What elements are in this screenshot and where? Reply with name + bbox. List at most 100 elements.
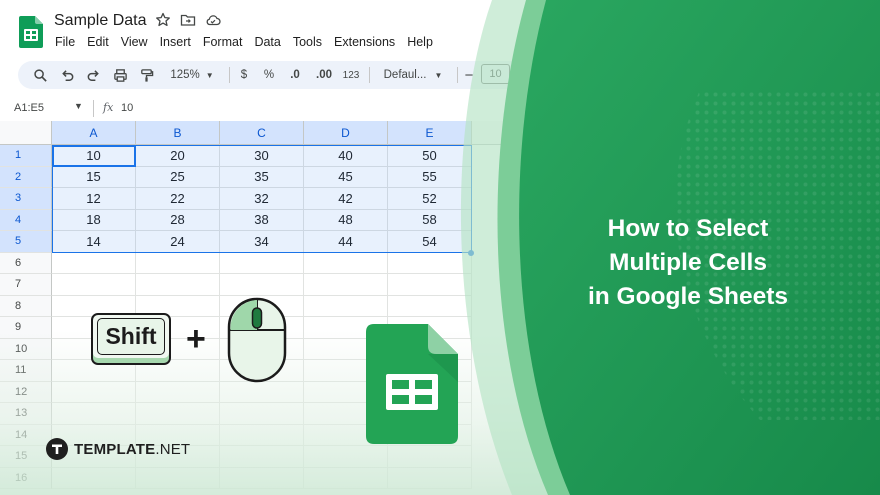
menu-insert[interactable]: Insert bbox=[160, 35, 191, 49]
column-header-d[interactable]: D bbox=[304, 121, 388, 145]
increase-decimal-button[interactable]: .00 bbox=[312, 61, 336, 89]
cell-b3[interactable]: 22 bbox=[136, 188, 220, 210]
row-header-16[interactable]: 16 bbox=[0, 467, 52, 489]
cell-e8[interactable] bbox=[388, 295, 472, 317]
cell-e1[interactable]: 50 bbox=[388, 145, 472, 167]
select-all-corner[interactable] bbox=[0, 121, 52, 145]
cell-a2[interactable]: 15 bbox=[52, 166, 136, 188]
decrease-font-size-button[interactable]: − bbox=[462, 61, 476, 89]
cell-c7[interactable] bbox=[220, 274, 304, 296]
format-currency-button[interactable]: $ bbox=[237, 61, 251, 89]
cell-b7[interactable] bbox=[136, 274, 220, 296]
cell-e15[interactable] bbox=[388, 446, 472, 468]
cell-c6[interactable] bbox=[220, 252, 304, 274]
column-header-c[interactable]: C bbox=[220, 121, 304, 145]
cell-b4[interactable]: 28 bbox=[136, 209, 220, 231]
font-size-input[interactable]: 10 bbox=[481, 64, 510, 84]
star-icon[interactable] bbox=[155, 12, 171, 28]
name-box[interactable]: A1:E5 bbox=[14, 102, 44, 114]
cell-b2[interactable]: 25 bbox=[136, 166, 220, 188]
cell-c2[interactable]: 35 bbox=[220, 166, 304, 188]
row-header-12[interactable]: 12 bbox=[0, 381, 52, 403]
row-header-2[interactable]: 2 bbox=[0, 166, 52, 188]
font-family-select[interactable]: Defaul... ▼ bbox=[378, 61, 448, 89]
menu-help[interactable]: Help bbox=[407, 35, 433, 49]
row-header-6[interactable]: 6 bbox=[0, 252, 52, 274]
row-header-5[interactable]: 5 bbox=[0, 231, 52, 253]
row-header-10[interactable]: 10 bbox=[0, 338, 52, 360]
document-title[interactable]: Sample Data bbox=[54, 12, 147, 30]
cell-d1[interactable]: 40 bbox=[304, 145, 388, 167]
cell-d15[interactable] bbox=[304, 446, 388, 468]
cell-c14[interactable] bbox=[220, 424, 304, 446]
menu-format[interactable]: Format bbox=[203, 35, 243, 49]
cell-a4[interactable]: 18 bbox=[52, 209, 136, 231]
cell-b13[interactable] bbox=[136, 403, 220, 425]
cell-e7[interactable] bbox=[388, 274, 472, 296]
cell-c5[interactable]: 34 bbox=[220, 231, 304, 253]
cell-c16[interactable] bbox=[220, 467, 304, 489]
cell-d16[interactable] bbox=[304, 467, 388, 489]
cell-e16[interactable] bbox=[388, 467, 472, 489]
cell-b5[interactable]: 24 bbox=[136, 231, 220, 253]
cell-d5[interactable]: 44 bbox=[304, 231, 388, 253]
cell-b6[interactable] bbox=[136, 252, 220, 274]
row-header-9[interactable]: 9 bbox=[0, 317, 52, 339]
row-header-13[interactable]: 13 bbox=[0, 403, 52, 425]
column-header-e[interactable]: E bbox=[388, 121, 472, 145]
cloud-saved-icon[interactable] bbox=[205, 12, 221, 28]
cell-d2[interactable]: 45 bbox=[304, 166, 388, 188]
menu-data[interactable]: Data bbox=[254, 35, 280, 49]
menu-view[interactable]: View bbox=[121, 35, 148, 49]
undo-button[interactable] bbox=[58, 61, 76, 89]
cell-a3[interactable]: 12 bbox=[52, 188, 136, 210]
column-header-f[interactable] bbox=[472, 121, 512, 145]
column-header-b[interactable]: B bbox=[136, 121, 220, 145]
cell-a13[interactable] bbox=[52, 403, 136, 425]
fill-handle[interactable] bbox=[468, 250, 474, 256]
menu-tools[interactable]: Tools bbox=[293, 35, 322, 49]
cell-b1[interactable]: 20 bbox=[136, 145, 220, 167]
cell-e3[interactable]: 52 bbox=[388, 188, 472, 210]
column-header-a[interactable]: A bbox=[52, 121, 136, 145]
decrease-decimal-button[interactable]: .0 bbox=[285, 61, 305, 89]
paint-format-button[interactable] bbox=[137, 61, 155, 89]
cell-d3[interactable]: 42 bbox=[304, 188, 388, 210]
row-header-1[interactable]: 1 bbox=[0, 145, 52, 167]
move-folder-icon[interactable] bbox=[180, 12, 196, 28]
cell-e4[interactable]: 58 bbox=[388, 209, 472, 231]
cell-c15[interactable] bbox=[220, 446, 304, 468]
cell-c3[interactable]: 32 bbox=[220, 188, 304, 210]
more-formats-button[interactable]: 123 bbox=[340, 61, 362, 89]
menu-file[interactable]: File bbox=[55, 35, 75, 49]
cell-c12[interactable] bbox=[220, 381, 304, 403]
cell-a6[interactable] bbox=[52, 252, 136, 274]
cell-d4[interactable]: 48 bbox=[304, 209, 388, 231]
row-header-11[interactable]: 11 bbox=[0, 360, 52, 382]
sheets-logo-icon[interactable] bbox=[19, 16, 43, 48]
search-menus-button[interactable] bbox=[31, 61, 49, 89]
menu-edit[interactable]: Edit bbox=[87, 35, 109, 49]
cell-e2[interactable]: 55 bbox=[388, 166, 472, 188]
row-header-14[interactable]: 14 bbox=[0, 424, 52, 446]
row-header-15[interactable]: 15 bbox=[0, 446, 52, 468]
cell-c4[interactable]: 38 bbox=[220, 209, 304, 231]
cell-a7[interactable] bbox=[52, 274, 136, 296]
row-header-8[interactable]: 8 bbox=[0, 295, 52, 317]
chevron-down-icon[interactable]: ▼ bbox=[74, 101, 83, 111]
redo-button[interactable] bbox=[84, 61, 102, 89]
cell-a5[interactable]: 14 bbox=[52, 231, 136, 253]
cell-b12[interactable] bbox=[136, 381, 220, 403]
cell-d6[interactable] bbox=[304, 252, 388, 274]
row-header-4[interactable]: 4 bbox=[0, 209, 52, 231]
format-percent-button[interactable]: % bbox=[261, 61, 277, 89]
cell-d7[interactable] bbox=[304, 274, 388, 296]
cell-e5[interactable]: 54 bbox=[388, 231, 472, 253]
row-header-3[interactable]: 3 bbox=[0, 188, 52, 210]
cell-d8[interactable] bbox=[304, 295, 388, 317]
cell-a16[interactable] bbox=[52, 467, 136, 489]
cell-a1[interactable]: 10 bbox=[52, 145, 136, 167]
formula-input[interactable]: 10 bbox=[121, 102, 133, 114]
cell-b16[interactable] bbox=[136, 467, 220, 489]
cell-c13[interactable] bbox=[220, 403, 304, 425]
